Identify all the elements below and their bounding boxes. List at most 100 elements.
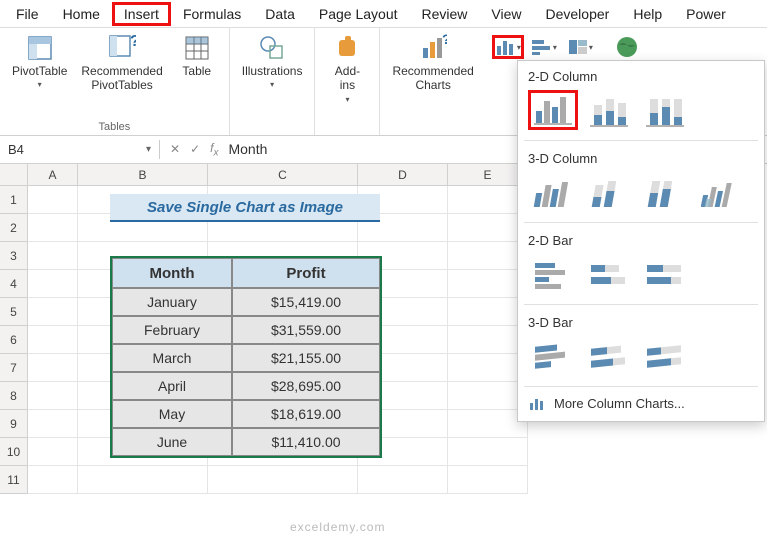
cell[interactable] bbox=[448, 242, 528, 270]
table-cell[interactable]: April bbox=[112, 372, 232, 400]
hierarchy-chart-button[interactable]: ▾ bbox=[564, 35, 596, 59]
table-cell[interactable]: $18,619.00 bbox=[232, 400, 380, 428]
tab-developer[interactable]: Developer bbox=[534, 2, 622, 26]
table-cell[interactable]: $31,559.00 bbox=[232, 316, 380, 344]
group-tables: PivotTable ▾ ? Recommended PivotTables T… bbox=[0, 28, 230, 135]
3d-clustered-bar-option[interactable] bbox=[528, 336, 578, 376]
tab-help[interactable]: Help bbox=[621, 2, 674, 26]
cell[interactable] bbox=[28, 214, 78, 242]
cell[interactable] bbox=[448, 326, 528, 354]
check-icon[interactable]: ✓ bbox=[190, 142, 200, 156]
svg-text:?: ? bbox=[442, 34, 447, 47]
chevron-down-icon: ▾ bbox=[270, 80, 274, 89]
3d-stacked100-bar-option[interactable] bbox=[640, 336, 690, 376]
clustered-bar-option[interactable] bbox=[528, 254, 578, 294]
maps-button[interactable] bbox=[612, 32, 642, 62]
tab-data[interactable]: Data bbox=[253, 2, 307, 26]
row-7[interactable]: 7 bbox=[0, 354, 28, 382]
cell[interactable] bbox=[448, 410, 528, 438]
tab-page-layout[interactable]: Page Layout bbox=[307, 2, 410, 26]
table-cell[interactable]: March bbox=[112, 344, 232, 372]
tab-power[interactable]: Power bbox=[674, 2, 738, 26]
name-box[interactable]: B4 ▾ bbox=[0, 140, 160, 159]
tab-view[interactable]: View bbox=[479, 2, 533, 26]
tab-review[interactable]: Review bbox=[410, 2, 480, 26]
table-cell[interactable]: January bbox=[112, 288, 232, 316]
addins-button[interactable]: Add- ins ▾ bbox=[323, 32, 371, 106]
cell[interactable] bbox=[208, 466, 358, 494]
cell[interactable] bbox=[28, 354, 78, 382]
stacked100-column-option[interactable] bbox=[640, 90, 690, 130]
col-E[interactable]: E bbox=[448, 164, 528, 186]
col-B[interactable]: B bbox=[78, 164, 208, 186]
cell[interactable] bbox=[28, 270, 78, 298]
table-cell[interactable]: May bbox=[112, 400, 232, 428]
data-table[interactable]: Month Profit January$15,419.00February$3… bbox=[110, 256, 382, 458]
3d-stacked-bar-option[interactable] bbox=[584, 336, 634, 376]
row-9[interactable]: 9 bbox=[0, 410, 28, 438]
cell[interactable] bbox=[448, 466, 528, 494]
select-all-corner[interactable] bbox=[0, 164, 28, 186]
table-button[interactable]: Table bbox=[173, 32, 221, 80]
row-3[interactable]: 3 bbox=[0, 242, 28, 270]
recommended-charts-button[interactable]: ? Recommended Charts bbox=[388, 32, 477, 95]
cancel-icon[interactable]: ✕ bbox=[170, 142, 180, 156]
more-column-charts[interactable]: More Column Charts... bbox=[518, 389, 764, 417]
col-C[interactable]: C bbox=[208, 164, 358, 186]
cell[interactable] bbox=[28, 298, 78, 326]
cell[interactable] bbox=[28, 466, 78, 494]
row-8[interactable]: 8 bbox=[0, 382, 28, 410]
row-4[interactable]: 4 bbox=[0, 270, 28, 298]
row-5[interactable]: 5 bbox=[0, 298, 28, 326]
stacked-bar-option[interactable] bbox=[584, 254, 634, 294]
cell[interactable] bbox=[78, 466, 208, 494]
table-cell[interactable]: February bbox=[112, 316, 232, 344]
table-cell[interactable]: June bbox=[112, 428, 232, 456]
3d-clustered-column-option[interactable] bbox=[528, 172, 578, 212]
3d-stacked-column-option[interactable] bbox=[584, 172, 634, 212]
cell[interactable] bbox=[448, 214, 528, 242]
stacked100-bar-option[interactable] bbox=[640, 254, 690, 294]
cell[interactable] bbox=[448, 298, 528, 326]
cell[interactable] bbox=[358, 466, 448, 494]
table-cell[interactable]: $28,695.00 bbox=[232, 372, 380, 400]
cell[interactable] bbox=[448, 354, 528, 382]
tab-formulas[interactable]: Formulas bbox=[171, 2, 253, 26]
cell[interactable] bbox=[28, 242, 78, 270]
bar-chart-button[interactable]: ▾ bbox=[528, 35, 560, 59]
3d-stacked100-column-option[interactable] bbox=[640, 172, 690, 212]
tab-home[interactable]: Home bbox=[51, 2, 112, 26]
cell[interactable] bbox=[448, 186, 528, 214]
table-cell[interactable]: $15,419.00 bbox=[232, 288, 380, 316]
recommended-pivottables-button[interactable]: ? Recommended PivotTables bbox=[77, 32, 166, 95]
table-cell[interactable]: $21,155.00 bbox=[232, 344, 380, 372]
cell[interactable] bbox=[28, 438, 78, 466]
illustrations-label: Illustrations bbox=[242, 64, 303, 78]
cell[interactable] bbox=[28, 326, 78, 354]
row-6[interactable]: 6 bbox=[0, 326, 28, 354]
col-D[interactable]: D bbox=[358, 164, 448, 186]
cell[interactable] bbox=[28, 410, 78, 438]
cell[interactable] bbox=[28, 186, 78, 214]
col-A[interactable]: A bbox=[28, 164, 78, 186]
stacked-column-option[interactable] bbox=[584, 90, 634, 130]
cell[interactable] bbox=[28, 382, 78, 410]
row-1[interactable]: 1 bbox=[0, 186, 28, 214]
row-11[interactable]: 11 bbox=[0, 466, 28, 494]
formula-value[interactable]: Month bbox=[228, 141, 267, 157]
clustered-column-option[interactable] bbox=[528, 90, 578, 130]
pivottable-button[interactable]: PivotTable ▾ bbox=[8, 32, 71, 91]
cell[interactable] bbox=[448, 438, 528, 466]
row-2[interactable]: 2 bbox=[0, 214, 28, 242]
fx-icon[interactable]: fx bbox=[210, 141, 218, 158]
table-cell[interactable]: $11,410.00 bbox=[232, 428, 380, 456]
3d-column-option[interactable] bbox=[696, 172, 746, 212]
tab-insert[interactable]: Insert bbox=[112, 2, 171, 26]
column-chart-button[interactable]: ▾ bbox=[492, 35, 524, 59]
tab-file[interactable]: File bbox=[4, 2, 51, 26]
name-box-value: B4 bbox=[8, 142, 24, 157]
cell[interactable] bbox=[448, 382, 528, 410]
cell[interactable] bbox=[448, 270, 528, 298]
row-10[interactable]: 10 bbox=[0, 438, 28, 466]
illustrations-button[interactable]: Illustrations ▾ bbox=[238, 32, 307, 91]
